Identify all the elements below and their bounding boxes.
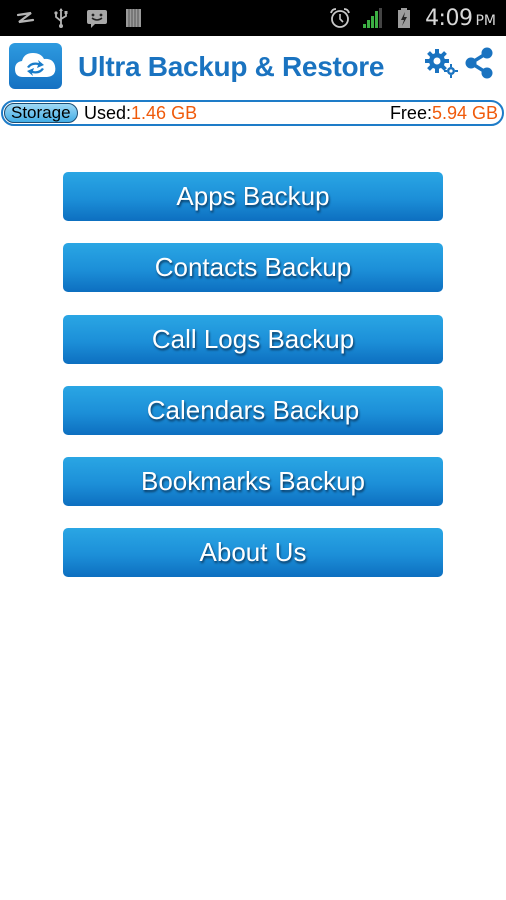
free-value: 5.94 GB xyxy=(431,103,498,123)
storage-used: Used:1.46 GB xyxy=(84,103,197,123)
gears-icon xyxy=(425,49,458,78)
clock-time: 4:09 xyxy=(425,5,473,31)
contacts-backup-button[interactable]: Contacts Backup xyxy=(63,243,443,293)
battery-charging-icon xyxy=(398,8,411,28)
messaging-icon xyxy=(87,10,107,28)
notification-icons xyxy=(14,6,144,30)
about-us-button[interactable]: About Us xyxy=(63,528,443,578)
calendars-backup-button[interactable]: Calendars Backup xyxy=(63,385,443,435)
zte-logo-icon xyxy=(16,11,35,24)
status-bar: 4:09 PM xyxy=(0,0,506,36)
signal-icon xyxy=(363,8,383,28)
clock-ampm: PM xyxy=(475,12,496,29)
system-icons: 4:09 PM xyxy=(329,4,496,32)
storage-label: Storage xyxy=(4,103,78,123)
storage-bar: Storage Used:1.46 GB Free:5.94 GB xyxy=(1,100,504,126)
used-label: Used: xyxy=(84,103,132,123)
app-title: Ultra Backup & Restore xyxy=(78,51,385,82)
settings-button[interactable] xyxy=(424,48,458,78)
storage-free: Free:5.94 GB xyxy=(390,103,498,123)
app-logo xyxy=(9,43,62,89)
alarm-icon xyxy=(330,8,350,28)
barcode-icon xyxy=(126,9,141,27)
cloud-sync-icon xyxy=(15,53,56,77)
usb-icon xyxy=(54,8,68,28)
used-value: 1.46 GB xyxy=(131,103,198,123)
share-icon xyxy=(465,47,493,79)
free-label: Free: xyxy=(389,103,432,123)
app-header: Ultra Backup & Restore xyxy=(0,36,506,100)
apps-backup-button[interactable]: Apps Backup xyxy=(63,172,443,221)
clock: 4:09 PM xyxy=(425,6,496,31)
share-button[interactable] xyxy=(463,46,495,80)
main-menu: Apps Backup Contacts Backup Call Logs Ba… xyxy=(63,172,443,600)
bookmarks-backup-button[interactable]: Bookmarks Backup xyxy=(63,457,443,507)
call-logs-backup-button[interactable]: Call Logs Backup xyxy=(63,314,443,364)
